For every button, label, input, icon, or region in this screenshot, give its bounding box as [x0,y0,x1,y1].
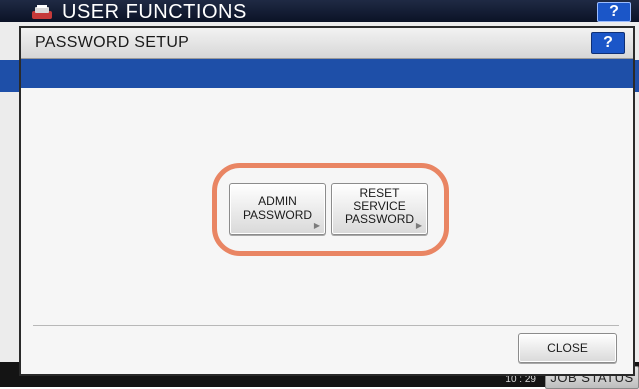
dialog-help-button[interactable]: ? [591,32,625,54]
admin-password-label: ADMIN PASSWORD [242,194,313,222]
background-title: USER FUNCTIONS [62,1,247,23]
close-button[interactable]: CLOSE [518,333,617,363]
password-setup-dialog: PASSWORD SETUP ? ADMIN PASSWORD ▶ RESET … [19,26,635,376]
help-button[interactable]: ? [597,2,631,22]
dialog-blue-band [21,59,633,88]
dialog-title: PASSWORD SETUP [35,34,190,51]
reset-service-password-label: RESET SERVICE PASSWORD [344,186,415,226]
dialog-title-bar: PASSWORD SETUP ? [21,28,633,59]
admin-password-button[interactable]: ADMIN PASSWORD ▶ [229,183,326,235]
dialog-divider [33,325,619,326]
right-arrow-icon: ▶ [313,221,320,230]
right-arrow-icon: ▶ [415,221,422,230]
reset-service-password-button[interactable]: RESET SERVICE PASSWORD ▶ [331,183,428,235]
user-functions-icon [32,5,52,19]
